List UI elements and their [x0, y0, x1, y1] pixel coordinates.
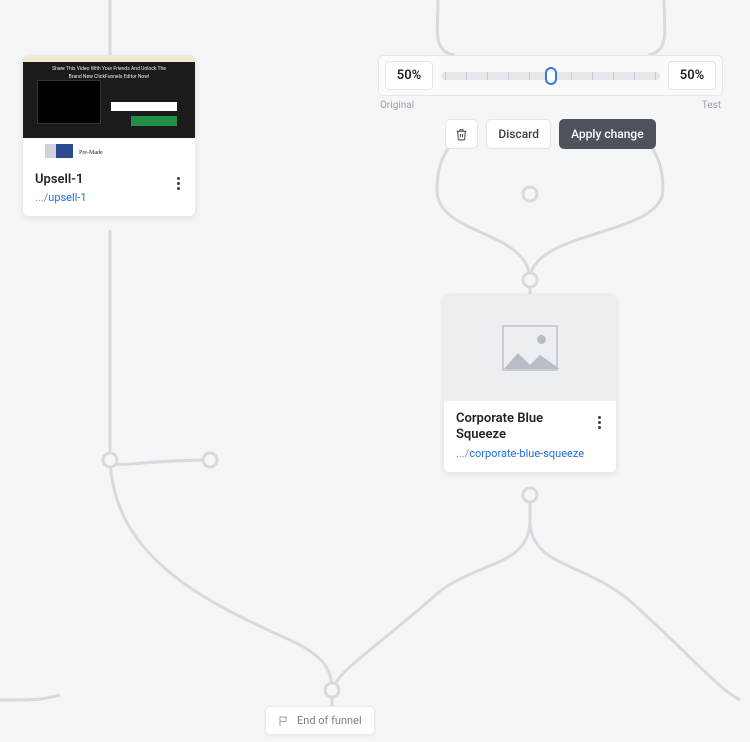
trash-icon: [455, 128, 468, 141]
step-url[interactable]: .../upsell-1: [35, 191, 183, 204]
step-thumbnail: Share This Video With Your Friends And U…: [23, 56, 195, 162]
flag-icon: [278, 715, 290, 727]
funnel-step-corporate[interactable]: Corporate Blue Squeeze .../corporate-blu…: [443, 294, 617, 473]
more-menu-icon[interactable]: [590, 411, 608, 433]
split-labels: Original Test: [378, 98, 723, 111]
split-row: 50% 50%: [378, 55, 723, 96]
image-placeholder-icon: [502, 325, 558, 371]
end-of-funnel-label: End of funnel: [297, 714, 362, 727]
discard-button[interactable]: Discard: [486, 119, 551, 149]
split-right-percent: 50%: [668, 61, 716, 90]
end-of-funnel-node[interactable]: End of funnel: [265, 706, 375, 735]
split-label-test: Test: [702, 100, 721, 111]
traffic-split-slider[interactable]: [441, 70, 660, 82]
split-actions: Discard Apply change: [378, 119, 723, 149]
split-label-original: Original: [380, 100, 414, 111]
step-title: Corporate Blue Squeeze: [456, 411, 604, 444]
split-test-panel: 50% 50% Original Test Discard Apply chan…: [378, 55, 723, 149]
step-url[interactable]: .../corporate-blue-squeeze: [456, 447, 604, 460]
delete-button[interactable]: [445, 119, 478, 149]
more-menu-icon[interactable]: [169, 172, 187, 194]
thumb-headline-1: Share This Video With Your Friends And U…: [23, 66, 195, 72]
slider-handle[interactable]: [545, 67, 557, 85]
funnel-step-upsell[interactable]: Share This Video With Your Friends And U…: [22, 55, 196, 217]
step-title: Upsell-1: [35, 172, 183, 188]
apply-change-button[interactable]: Apply change: [559, 119, 656, 149]
thumb-footer-text: Pre-Made: [79, 150, 103, 156]
step-thumbnail: [444, 295, 616, 401]
split-left-percent: 50%: [385, 61, 433, 90]
